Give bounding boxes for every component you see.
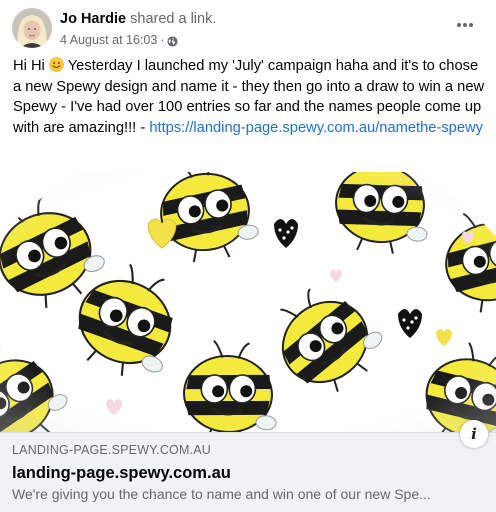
post-text: Hi Hi Yesterday I launched my 'July' cam… (13, 56, 485, 138)
post-link[interactable]: https://landing-page.spewy.com.au/nameth… (149, 120, 483, 136)
link-description: We're giving you the chance to name and … (12, 486, 431, 502)
post-card: Jo Hardie shared a link. 4 August at 16:… (0, 0, 496, 512)
more-dots-icon[interactable] (454, 14, 476, 36)
post-meta: Jo Hardie shared a link. 4 August at 16:… (60, 10, 216, 50)
link-title[interactable]: landing-page.spewy.com.au (12, 464, 484, 483)
author-name[interactable]: Jo Hardie (60, 11, 126, 27)
bee-pattern-image[interactable] (0, 172, 496, 432)
author-line: Jo Hardie shared a link. (60, 10, 216, 29)
post-header: Jo Hardie shared a link. 4 August at 16:… (12, 8, 484, 50)
link-domain: LANDING-PAGE.SPEWY.COM.AU (12, 443, 212, 457)
info-icon[interactable]: i (460, 420, 488, 448)
smiling-face-emoji (49, 57, 64, 72)
post-action: shared a link. (130, 11, 217, 27)
info-icon-label: i (471, 425, 477, 443)
avatar[interactable] (12, 8, 52, 48)
globe-icon[interactable] (167, 35, 179, 47)
post-text-start: Hi Hi (13, 58, 45, 74)
post-subline: 4 August at 16:03 · (60, 32, 216, 48)
post-timestamp[interactable]: 4 August at 16:03 (60, 32, 157, 48)
link-preview[interactable]: LANDING-PAGE.SPEWY.COM.AU landing-page.s… (0, 432, 496, 512)
separator-dot: · (160, 33, 165, 47)
